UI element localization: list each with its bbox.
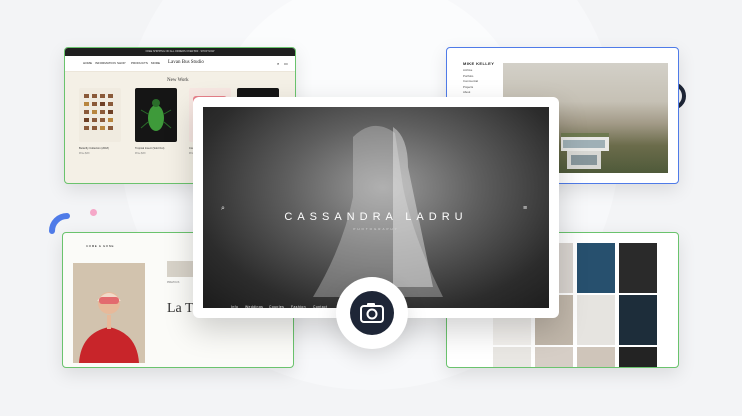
portrait-tile[interactable] <box>619 347 657 367</box>
product-name-2[interactable]: Tropical Insect (Sold Out) <box>135 147 179 150</box>
search-icon[interactable]: ⌕ <box>221 205 225 213</box>
pink-dot-decor <box>90 209 97 216</box>
product-image-green-beetle[interactable] <box>135 88 177 142</box>
camera-icon <box>360 303 384 323</box>
site-title[interactable]: CASSANDRA LADRU <box>203 211 549 223</box>
hero-nav-item[interactable]: Info <box>231 305 238 309</box>
fashion-photo <box>73 263 145 363</box>
nav-item-more[interactable]: MORE <box>151 61 160 65</box>
nav-item-home[interactable]: HOME <box>83 61 92 65</box>
shop-nav: HOME INFORMATION SHOP PRODUCTS MORE Lava… <box>65 56 295 72</box>
portrait-tile[interactable] <box>577 243 615 293</box>
portrait-tile[interactable] <box>619 295 657 345</box>
shop-brand[interactable]: Lavan Bus Studio <box>168 60 204 65</box>
search-icon[interactable]: ⌕ <box>277 61 279 66</box>
previous-link[interactable]: PREVIOUS <box>167 281 179 284</box>
hero-nav-item[interactable]: Contact <box>313 305 328 309</box>
portrait-tile[interactable] <box>577 295 615 345</box>
nav-item-products[interactable]: PRODUCTS <box>131 61 148 65</box>
nav-item-information[interactable]: INFORMATION <box>95 61 116 65</box>
hero-nav-item[interactable]: Fashion <box>291 305 306 309</box>
hero-nav-item[interactable]: Couples <box>269 305 284 309</box>
menu-item[interactable]: About <box>463 90 478 96</box>
promo-banner: FREE SHIPPING ON ALL ORDERS OVER $50 · S… <box>65 48 295 56</box>
side-menu: Archive Portfolio Commercial Projects Ab… <box>463 68 478 96</box>
nav-item-shop[interactable]: SHOP <box>117 61 126 65</box>
product-price-1: Price $XX <box>79 152 90 155</box>
magazine-logo[interactable]: COME & GONE <box>86 244 114 248</box>
hamburger-icon[interactable]: ≡ <box>523 205 527 212</box>
site-subtitle: PHOTOGRAPHY <box>353 227 399 231</box>
cart-icon[interactable]: ▭ <box>284 61 288 66</box>
product-name-1[interactable]: Butterfly Collection (2018) <box>79 147 123 150</box>
portrait-tile[interactable] <box>577 347 615 367</box>
portrait-tile[interactable] <box>493 347 531 367</box>
hero-nav-item[interactable]: Weddings <box>245 305 263 309</box>
camera-badge <box>336 277 408 349</box>
product-price-2: Price $XX <box>135 152 146 155</box>
menu-item[interactable]: Commercial <box>463 79 478 85</box>
portrait-tile[interactable] <box>535 347 573 367</box>
product-image-butterflies[interactable] <box>79 88 121 142</box>
site-logo[interactable]: MIKE KELLEY <box>463 61 494 66</box>
section-title: New Work <box>167 78 189 83</box>
portrait-tile[interactable] <box>619 243 657 293</box>
